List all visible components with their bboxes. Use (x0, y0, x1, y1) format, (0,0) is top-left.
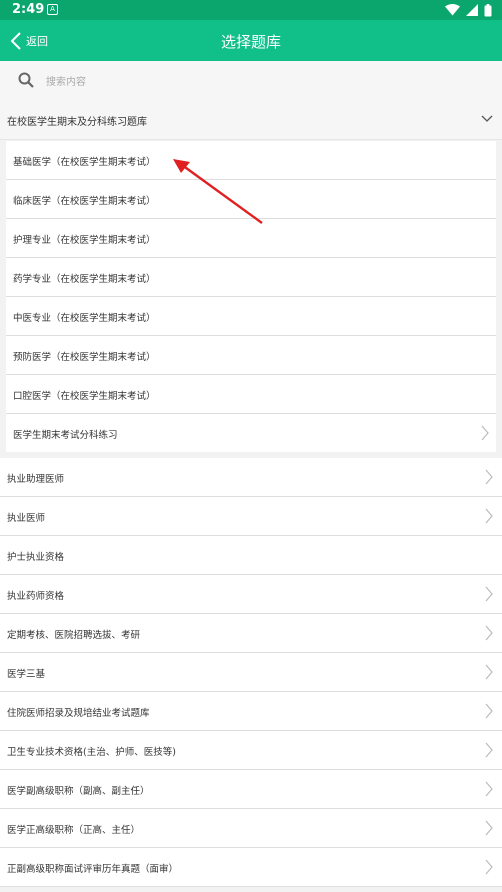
list-item-label: 医学三基 (7, 669, 46, 680)
list-item-label: 执业药师资格 (7, 591, 65, 602)
chevron-right-icon (485, 781, 493, 797)
list-item-label: 医学正高级职称（正高、主任） (7, 825, 141, 836)
list-item-label: 正副高级职称面试评审历年真题（面审） (7, 864, 179, 875)
list-item-assessment-recruitment[interactable]: 定期考核、医院招聘选拔、考研 (0, 614, 502, 653)
chevron-right-icon (485, 703, 493, 719)
search-bar (0, 61, 502, 101)
list-item-label: 执业助理医师 (7, 474, 65, 485)
sub-item-label: 预防医学（在校医学生期末考试） (13, 352, 156, 363)
status-bar: 2:49 A (0, 0, 502, 20)
list-item-pharmacist[interactable]: 执业药师资格 (0, 575, 502, 614)
list-item-physician[interactable]: 执业医师 (0, 497, 502, 536)
list-item-label: 护士执业资格 (7, 552, 65, 563)
chevron-right-icon (485, 586, 493, 602)
list-item-label: 定期考核、医院招聘选拔、考研 (7, 630, 141, 641)
sub-item-label: 中医专业（在校医学生期末考试） (13, 313, 156, 324)
list-item-senior-title[interactable]: 医学正高级职称（正高、主任） (0, 809, 502, 848)
list-item-label: 执业医师 (7, 513, 46, 524)
sub-item-label: 药学专业（在校医学生期末考试） (13, 274, 156, 285)
group-header[interactable]: 在校医学生期末及分科练习题库 (0, 101, 502, 140)
page-title: 选择题库 (220, 33, 281, 51)
sub-item-tcm[interactable]: 中医专业（在校医学生期末考试） (6, 297, 496, 336)
sub-item-stomatology[interactable]: 口腔医学（在校医学生期末考试） (6, 375, 496, 414)
list-item-resident-training[interactable]: 住院医师招录及规培结业考试题库 (0, 692, 502, 731)
chevron-down-icon (481, 115, 493, 122)
list-item-label: 医学副高级职称（副高、副主任） (7, 786, 150, 797)
system-icons (445, 3, 492, 17)
chevron-right-icon (481, 425, 489, 441)
category-list: 执业助理医师 执业医师 护士执业资格 执业药师资格 定期考核、医院招聘选拔、考研… (0, 458, 502, 887)
sub-item-label: 基础医学（在校医学生期末考试） (13, 157, 156, 168)
sub-item-nursing[interactable]: 护理专业（在校医学生期末考试） (6, 219, 496, 258)
battery-icon (484, 3, 492, 16)
search-icon (18, 72, 34, 88)
list-item-nurse-qualification[interactable]: 护士执业资格 (0, 536, 502, 575)
list-item-interview-past-papers[interactable]: 正副高级职称面试评审历年真题（面审） (0, 848, 502, 887)
chevron-right-icon (485, 742, 493, 758)
sub-item-basic-medicine[interactable]: 基础医学（在校医学生期末考试） (6, 141, 496, 180)
chevron-right-icon (485, 625, 493, 641)
chevron-right-icon (485, 508, 493, 524)
sub-item-pharmacy[interactable]: 药学专业（在校医学生期末考试） (6, 258, 496, 297)
status-time: 2:49 (12, 2, 45, 17)
sub-item-subject-practice[interactable]: 医学生期末考试分科练习 (6, 414, 496, 452)
chevron-right-icon (485, 664, 493, 680)
sub-item-label: 护理专业（在校医学生期末考试） (13, 235, 156, 246)
list-item-health-tech-qualification[interactable]: 卫生专业技术资格(主治、护师、医技等) (0, 731, 502, 770)
list-item-assistant-physician[interactable]: 执业助理医师 (0, 458, 502, 497)
sub-item-preventive-medicine[interactable]: 预防医学（在校医学生期末考试） (6, 336, 496, 375)
sub-list: 基础医学（在校医学生期末考试） 临床医学（在校医学生期末考试） 护理专业（在校医… (6, 141, 496, 452)
search-input[interactable] (44, 70, 468, 94)
signal-icon (466, 4, 478, 16)
sub-item-label: 口腔医学（在校医学生期末考试） (13, 391, 156, 402)
chevron-right-icon (485, 859, 493, 875)
app-header: 返回 选择题库 (0, 20, 502, 61)
notification-icon: A (47, 4, 58, 15)
sub-item-label: 医学生期末考试分科练习 (13, 430, 118, 441)
sub-item-label: 临床医学（在校医学生期末考试） (13, 196, 156, 207)
list-item-associate-senior-title[interactable]: 医学副高级职称（副高、副主任） (0, 770, 502, 809)
wifi-icon (445, 4, 460, 16)
list-item-label: 卫生专业技术资格(主治、护师、医技等) (7, 747, 176, 758)
sub-item-clinical-medicine[interactable]: 临床医学（在校医学生期末考试） (6, 180, 496, 219)
list-item-label: 住院医师招录及规培结业考试题库 (7, 708, 150, 719)
chevron-right-icon (485, 820, 493, 836)
list-item-three-basics[interactable]: 医学三基 (0, 653, 502, 692)
group-label: 在校医学生期末及分科练习题库 (7, 117, 147, 128)
chevron-right-icon (485, 469, 493, 485)
